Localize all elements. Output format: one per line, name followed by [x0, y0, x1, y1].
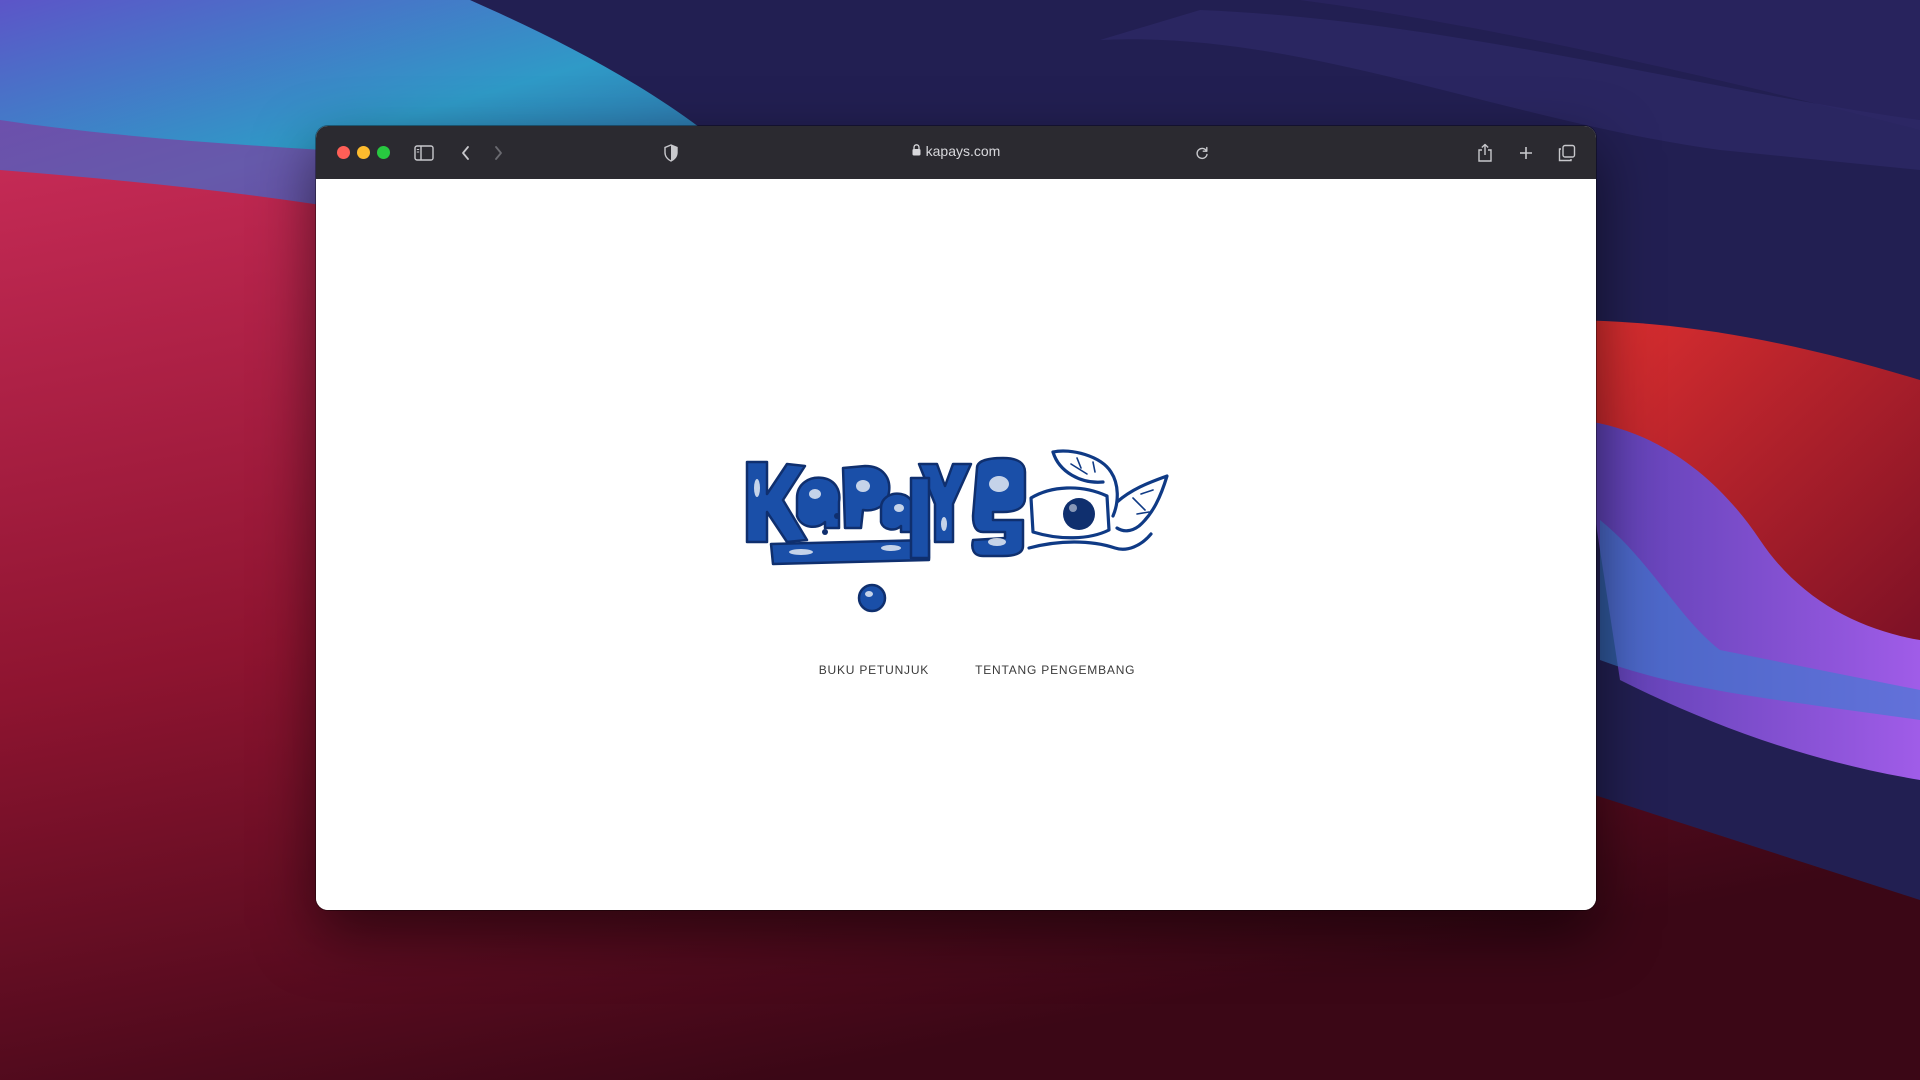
nav-link-tentang-pengembang[interactable]: TENTANG PENGEMBANG	[975, 663, 1135, 677]
chevron-right-icon[interactable]	[485, 140, 511, 166]
close-window-button[interactable]	[337, 146, 350, 159]
browser-toolbar: kapays.com	[316, 126, 1596, 180]
chevron-left-icon[interactable]	[453, 140, 479, 166]
sidebar-icon[interactable]	[411, 140, 437, 166]
kapays-logo[interactable]	[741, 428, 1171, 614]
browser-window: kapays.com BUKU PETUNJUK TENTANG PENGEMB…	[316, 126, 1596, 910]
share-icon[interactable]	[1472, 140, 1498, 166]
lock-icon	[912, 143, 921, 159]
zoom-window-button[interactable]	[377, 146, 390, 159]
web-page: BUKU PETUNJUK TENTANG PENGEMBANG	[316, 179, 1596, 910]
tabs-overview-icon[interactable]	[1554, 140, 1580, 166]
nav-link-buku-petunjuk[interactable]: BUKU PETUNJUK	[819, 663, 929, 677]
address-bar[interactable]: kapays.com	[856, 140, 1056, 162]
reload-icon[interactable]	[1189, 140, 1215, 166]
main-nav: BUKU PETUNJUK TENTANG PENGEMBANG	[316, 663, 1596, 677]
url-text: kapays.com	[925, 143, 1001, 159]
minimize-window-button[interactable]	[357, 146, 370, 159]
plus-icon[interactable]	[1513, 140, 1539, 166]
desktop: kapays.com BUKU PETUNJUK TENTANG PENGEMB…	[0, 0, 1920, 1080]
shield-icon[interactable]	[658, 140, 684, 166]
